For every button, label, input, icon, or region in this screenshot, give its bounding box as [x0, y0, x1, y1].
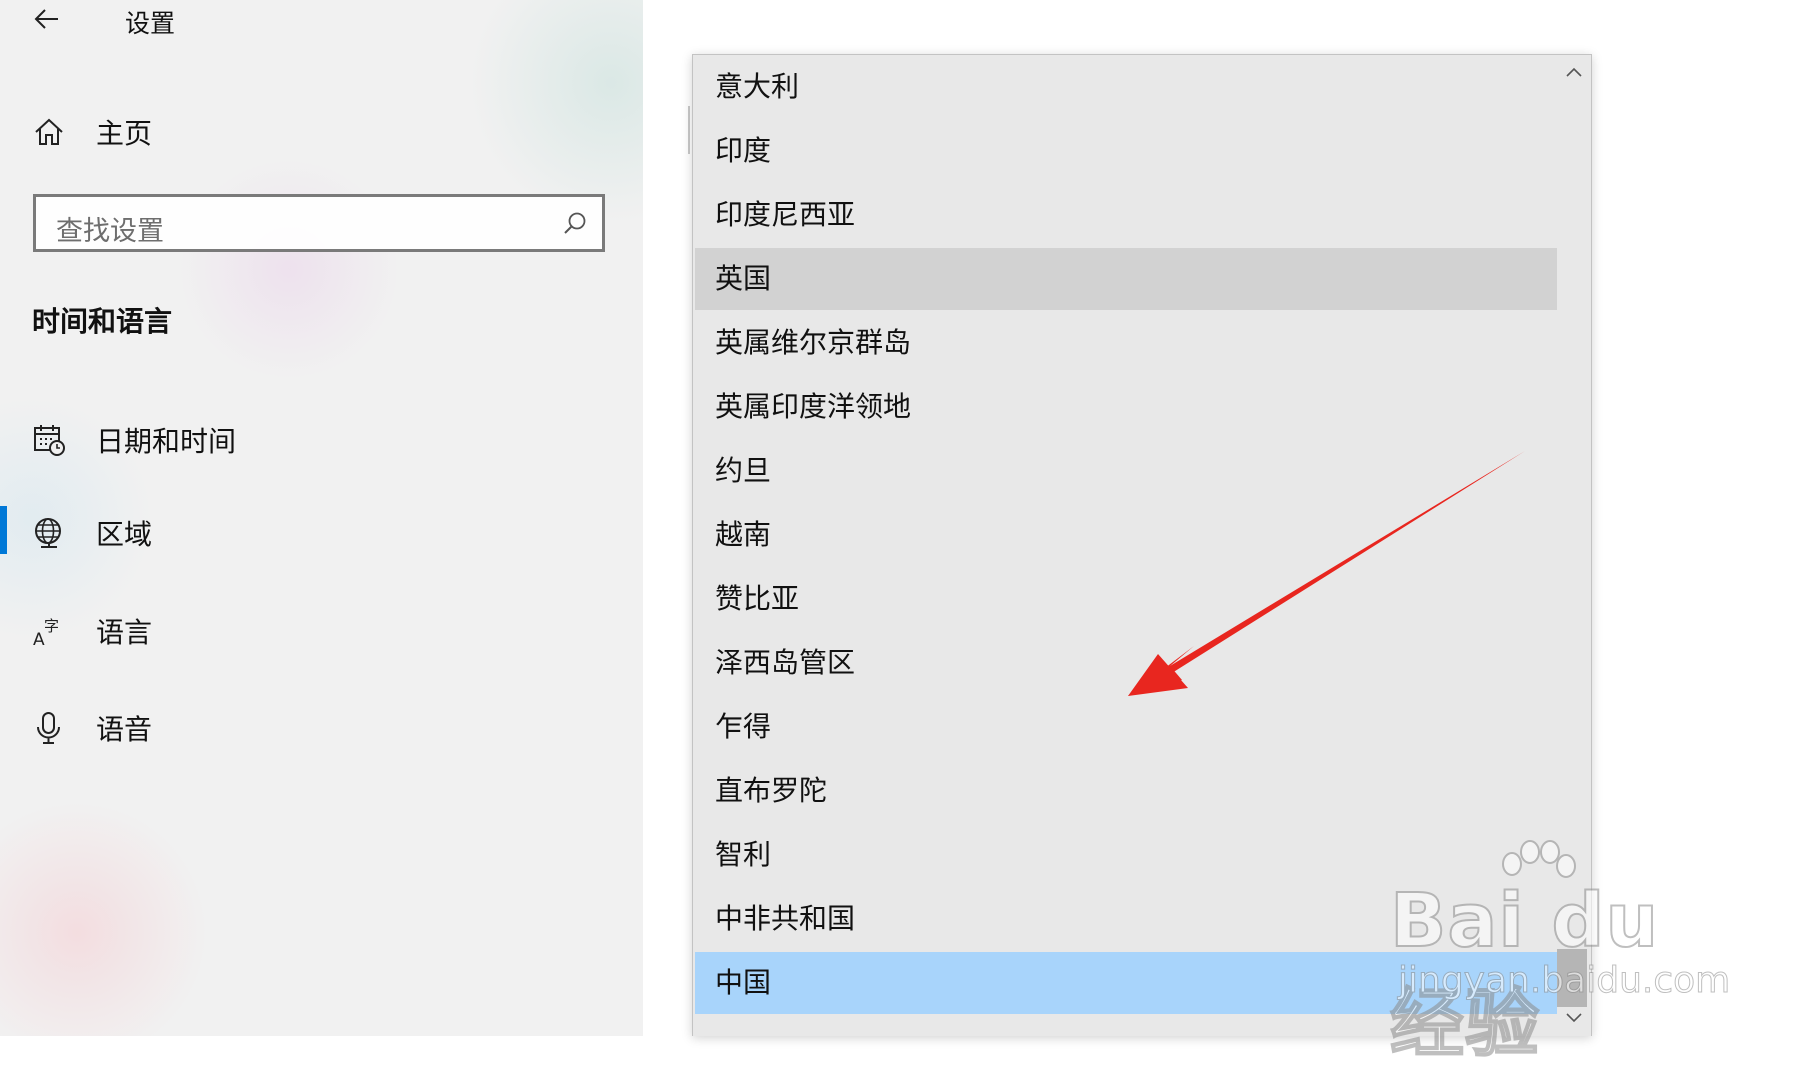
svg-text:字: 字	[44, 617, 59, 635]
settings-sidebar: 设置 主页 查找设置 时间和语言 日期和时间 区域 A 字 语言 语音	[0, 0, 643, 1036]
country-option[interactable]: 直布罗陀	[695, 760, 1557, 822]
search-icon[interactable]	[562, 211, 588, 237]
red-arrow-annotation	[1128, 451, 1525, 696]
microphone-icon	[37, 712, 60, 744]
baidu-watermark: Bai du 经验 jingyan.baidu.com	[1389, 840, 1740, 1068]
scroll-up-chevron-icon[interactable]	[1565, 65, 1583, 79]
nav-home[interactable]: 主页	[32, 112, 152, 152]
sidebar-item-region[interactable]: 区域	[32, 513, 152, 553]
language-icon: A 字	[33, 617, 59, 648]
section-heading: 时间和语言	[32, 305, 173, 338]
sidebar-item-label: 日期和时间	[96, 425, 237, 458]
search-placeholder: 查找设置	[56, 216, 164, 247]
search-input[interactable]: 查找设置	[33, 194, 605, 252]
country-option[interactable]: 印度尼西亚	[695, 184, 1557, 246]
sidebar-item-label: 语言	[96, 616, 153, 649]
back-arrow-icon[interactable]	[32, 4, 62, 34]
country-option[interactable]: 英属维尔京群岛	[695, 312, 1557, 374]
globe-icon	[35, 518, 61, 548]
country-option[interactable]: 英国	[695, 248, 1557, 310]
country-option[interactable]: 印度	[695, 120, 1557, 182]
nav-home-label: 主页	[96, 117, 153, 150]
country-option[interactable]: 意大利	[695, 56, 1557, 118]
country-option[interactable]: 英属印度洋领地	[695, 376, 1557, 438]
home-icon	[35, 118, 63, 145]
watermark-url: jingyan.baidu.com	[1397, 960, 1731, 1002]
sidebar-item-speech[interactable]: 语音	[32, 708, 152, 748]
app-title: 设置	[125, 9, 176, 38]
sidebar-item-label: 区域	[96, 518, 153, 551]
sidebar-item-language[interactable]: A 字 语言	[32, 611, 152, 651]
calendar-clock-icon	[34, 425, 65, 456]
sidebar-item-date-time[interactable]: 日期和时间	[32, 420, 236, 460]
active-indicator	[0, 506, 7, 554]
region-combobox-edge	[688, 106, 690, 154]
sidebar-item-label: 语音	[96, 713, 153, 746]
